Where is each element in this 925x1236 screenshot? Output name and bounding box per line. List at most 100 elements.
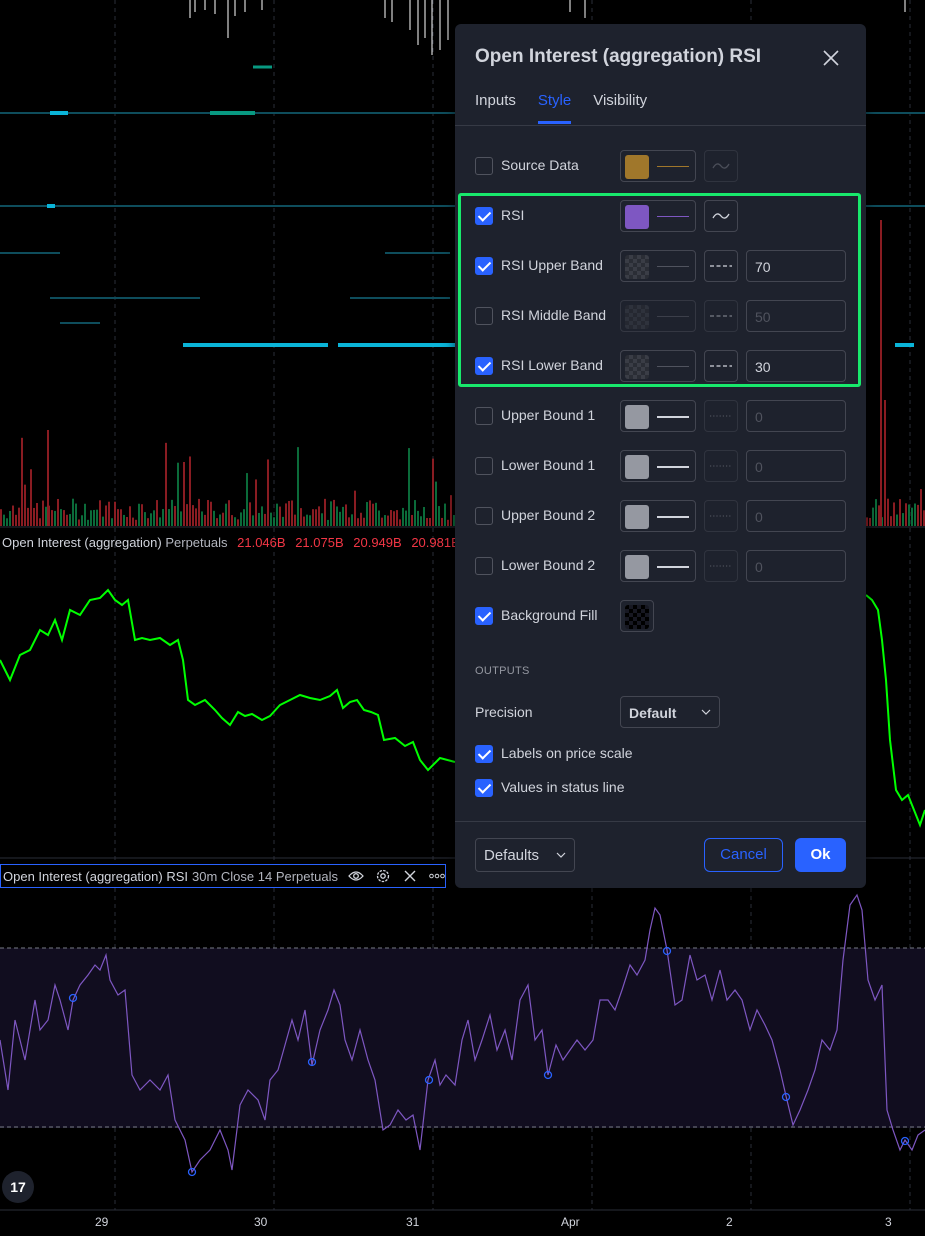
volume-bar [450,495,452,526]
row-label: Source Data [501,157,579,173]
volume-bar [387,515,389,526]
volume-bar [72,498,74,526]
values-in-status-line-checkbox[interactable] [475,779,493,797]
volume-bar [102,516,104,526]
volume-bar [426,517,428,526]
background-fill-checkbox[interactable] [475,607,493,625]
volume-bar [285,503,287,526]
source-data-color-picker[interactable] [620,150,696,182]
volume-bar [324,498,326,526]
precision-label: Precision [475,704,533,720]
upper-bound-1-color-picker[interactable] [620,400,696,432]
tab-visibility[interactable]: Visibility [593,92,647,124]
volume-bar [117,509,119,526]
volume-bar [150,513,152,526]
volume-bar [81,515,83,526]
upper-bound-2-checkbox[interactable] [475,507,493,525]
close-icon[interactable] [401,867,418,885]
volume-bar [24,484,26,526]
lower-bound-2-color-picker[interactable] [620,550,696,582]
upper-bound-1-checkbox[interactable] [475,407,493,425]
dotted-line-icon[interactable] [704,550,738,582]
volume-bar [911,507,913,526]
volume-bar [132,517,134,526]
dotted-line-icon[interactable] [704,500,738,532]
volume-bar [186,504,188,526]
more-icon[interactable] [428,867,445,885]
cancel-button[interactable]: Cancel [704,838,783,872]
volume-bar [273,517,275,526]
volume-bar [363,517,365,526]
lower-bound-1-value-input[interactable]: 0 [746,450,846,482]
background-fill-color-picker[interactable] [620,600,654,632]
eye-icon[interactable] [348,867,365,885]
volume-bar [880,220,882,526]
volume-bar [213,510,215,526]
lower-bound-2-checkbox[interactable] [475,557,493,575]
volume-bar [0,509,2,526]
tab-inputs[interactable]: Inputs [475,92,516,124]
lower-bound-1-checkbox[interactable] [475,457,493,475]
oi-legend[interactable]: Open Interest (aggregation) Perpetuals 2… [2,535,484,550]
volume-bar [875,499,877,526]
gear-icon[interactable] [375,867,392,885]
outputs-section-label: OUTPUTS [475,665,530,677]
time-axis-label: 29 [95,1215,109,1229]
volume-bar [216,518,218,526]
volume-bar [327,519,329,526]
line-style-icon[interactable] [704,150,738,182]
volume-bar [165,442,167,526]
row-label: Upper Bound 2 [501,507,596,523]
volume-bar [384,515,386,526]
indicator-settings-dialog: Open Interest (aggregation) RSI Inputs S… [455,24,866,888]
volume-bar [57,498,59,526]
volume-bar [129,506,131,526]
upper-bound-2-color-picker[interactable] [620,500,696,532]
volume-bar [411,514,413,526]
volume-bar [207,500,209,526]
tab-style[interactable]: Style [537,92,572,124]
row-label: Lower Bound 1 [501,457,596,473]
oi-legend-subtitle: Perpetuals [165,535,228,550]
volume-bar [414,500,416,526]
volume-bar [405,510,407,526]
tradingview-logo[interactable]: 17 [2,1171,34,1203]
volume-bar [219,514,221,526]
precision-select[interactable]: Default [620,696,720,728]
dotted-line-icon[interactable] [704,400,738,432]
volume-bar [878,505,880,526]
footer-divider [455,821,866,822]
volume-bar [902,513,904,526]
ok-button[interactable]: Ok [795,838,846,872]
close-icon[interactable] [819,46,843,70]
volume-bar [318,506,320,526]
dotted-line-icon[interactable] [704,450,738,482]
volume-bar [339,511,341,526]
volume-bar [6,518,8,526]
rsi-legend-params: 30m Close 14 Perpetuals [192,868,338,884]
labels-on-price-scale-row: Labels on price scale [475,738,846,770]
lower-bound-2-value-input[interactable]: 0 [746,550,846,582]
lower-bound-1-color-picker[interactable] [620,450,696,482]
volume-bar [198,498,200,526]
source-data-checkbox[interactable] [475,157,493,175]
style-row-upper-bound-2: Upper Bound 2 0 [475,500,846,532]
labels-on-price-scale-checkbox[interactable] [475,745,493,763]
volume-bar [393,511,395,526]
volume-bar [390,510,392,526]
upper-bound-1-value-input[interactable]: 0 [746,400,846,432]
upper-bound-2-value-input[interactable]: 0 [746,500,846,532]
volume-bar [255,479,257,526]
volume-bar [342,506,344,526]
precision-value: Default [629,705,677,721]
chevron-down-icon [556,852,566,858]
volume-bar [360,512,362,526]
volume-bar [141,504,143,526]
rsi-legend[interactable]: Open Interest (aggregation) RSI 30m Clos… [0,864,446,888]
volume-bar [366,502,368,526]
style-row-background-fill: Background Fill [475,600,846,632]
volume-bar [378,510,380,526]
defaults-dropdown[interactable]: Defaults [475,838,575,872]
volume-bar [42,500,44,526]
defaults-label: Defaults [484,847,540,864]
